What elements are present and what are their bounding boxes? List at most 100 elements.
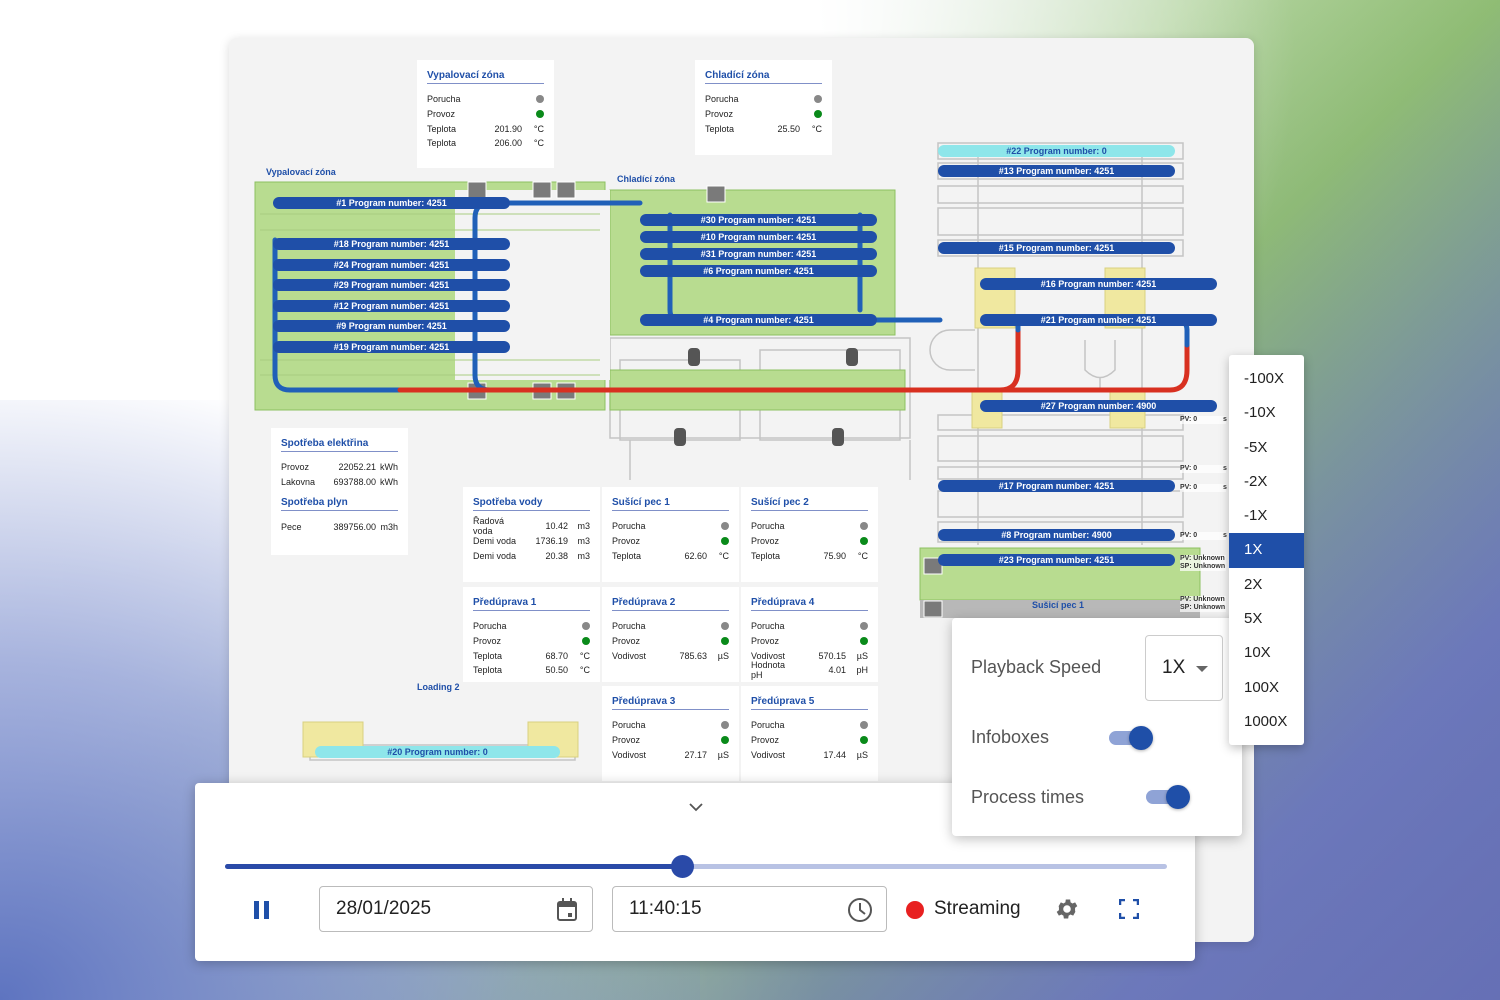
pause-icon[interactable]	[253, 900, 271, 920]
row-unit: kWh	[380, 477, 398, 488]
playback-speed-select[interactable]: 1X	[1145, 635, 1223, 701]
program-bar[interactable]: #30 Program number: 4251	[640, 214, 877, 226]
program-bar[interactable]: #4 Program number: 4251	[640, 314, 877, 326]
timeline-slider[interactable]	[225, 855, 1167, 878]
fault-indicator	[860, 622, 868, 631]
zone-label-firing: Vypalovací zóna	[266, 167, 336, 177]
row-value: 25.50	[777, 123, 800, 134]
running-indicator	[860, 537, 868, 546]
program-bar[interactable]: #15 Program number: 4251	[938, 242, 1175, 254]
infobox-row: Porucha	[612, 718, 729, 733]
row-value: 785.63	[679, 650, 707, 661]
row-value: 10.42	[545, 521, 568, 532]
program-bar[interactable]: #17 Program number: 4251	[938, 480, 1175, 492]
program-bar[interactable]: #6 Program number: 4251	[640, 265, 877, 277]
speed-option[interactable]: -10X	[1229, 396, 1304, 430]
infobox-row: Porucha	[751, 519, 868, 534]
infobox-title: Spotřeba elektřina	[281, 438, 398, 452]
row-label: Hodnota pH	[751, 660, 786, 681]
program-bar[interactable]: #16 Program number: 4251	[980, 278, 1217, 290]
process-times-toggle[interactable]	[1146, 785, 1190, 809]
date-field[interactable]: 28/01/2025	[319, 886, 593, 932]
row-value: 50.50	[545, 665, 568, 676]
program-bar[interactable]: #10 Program number: 4251	[640, 231, 877, 243]
time-field[interactable]: 11:40:15	[612, 886, 887, 932]
program-bar[interactable]: #20 Program number: 0	[315, 746, 560, 758]
running-indicator	[860, 736, 868, 745]
program-bar[interactable]: #23 Program number: 4251	[938, 554, 1175, 566]
timeline-thumb[interactable]	[670, 855, 694, 878]
chevron-down-icon[interactable]	[688, 801, 704, 813]
row-value: 68.70	[545, 650, 568, 661]
row-label: Teplota	[473, 665, 503, 676]
infoboxes-toggle[interactable]	[1109, 726, 1153, 750]
infobox: Předúprava 3 Porucha Provoz Vodivost 27.17 µS	[602, 686, 739, 781]
streaming-status-dot	[906, 901, 924, 919]
row-unit: m3	[577, 521, 590, 532]
row-label: Teplota	[427, 138, 457, 149]
program-bar[interactable]: #13 Program number: 4251	[938, 165, 1175, 177]
program-bar[interactable]: #12 Program number: 4251	[273, 300, 510, 312]
calendar-icon[interactable]	[556, 898, 578, 922]
row-label: Provoz	[427, 109, 456, 120]
zone-label-loading2: Loading 2	[417, 682, 460, 692]
row-unit: °C	[579, 650, 590, 661]
infobox-title: Spotřeba vody	[473, 497, 590, 511]
program-bar[interactable]: #29 Program number: 4251	[273, 279, 510, 291]
running-indicator	[721, 537, 729, 546]
program-bar[interactable]: #8 Program number: 4900	[938, 529, 1175, 541]
streaming-status: Streaming	[934, 898, 1021, 919]
speed-option[interactable]: 1000X	[1229, 705, 1304, 739]
pv-value: PV: Unknown	[1180, 555, 1225, 562]
running-indicator	[814, 110, 822, 119]
program-bar[interactable]: #1 Program number: 4251	[273, 197, 510, 209]
speed-option[interactable]: -100X	[1229, 362, 1304, 396]
sp-value: SP: Unknown	[1180, 563, 1226, 570]
program-bar[interactable]: #9 Program number: 4251	[273, 320, 510, 332]
infobox-row: Hodnota pH 4.01 pH	[751, 660, 868, 681]
row-label: Porucha	[705, 94, 739, 105]
speed-option[interactable]: -2X	[1229, 465, 1304, 499]
program-bar[interactable]: #31 Program number: 4251	[640, 248, 877, 260]
row-unit: µS	[856, 650, 868, 661]
row-label: Porucha	[612, 720, 646, 731]
infobox-row: Provoz	[473, 634, 590, 649]
program-bar[interactable]: #24 Program number: 4251	[273, 259, 510, 271]
gear-icon[interactable]	[1054, 896, 1080, 922]
infobox-row: Vodivost 17.44 µS	[751, 747, 868, 762]
program-bar[interactable]: #21 Program number: 4251	[980, 314, 1217, 326]
program-bar[interactable]: #19 Program number: 4251	[273, 341, 510, 353]
fault-indicator	[814, 95, 822, 104]
running-indicator	[721, 637, 729, 646]
speed-option[interactable]: 1X	[1229, 533, 1304, 568]
infobox: Předúprava 4 Porucha Provoz Vodivost 570.15 µ…	[741, 587, 878, 682]
process-time-readout: PV: Unknown SP: Unknown	[1180, 596, 1226, 612]
running-indicator	[721, 736, 729, 745]
speed-option[interactable]: 2X	[1229, 568, 1304, 602]
pv-unit: s	[1223, 484, 1227, 491]
infobox-title: Předúprava 5	[751, 696, 868, 710]
clock-icon[interactable]	[847, 897, 873, 923]
speed-option[interactable]: 5X	[1229, 602, 1304, 636]
infobox-row: Teplota 50.50 °C	[473, 663, 590, 678]
program-bar[interactable]: #27 Program number: 4900	[980, 400, 1217, 412]
infobox-title: Předúprava 3	[612, 696, 729, 710]
infobox: Spotřeba vody Řadová voda 10.42 m3 Demi voda…	[463, 487, 600, 582]
row-label: Provoz	[612, 636, 641, 647]
zone-label-cooling: Chladící zóna	[617, 174, 676, 184]
speed-option[interactable]: -1X	[1229, 499, 1304, 533]
speed-option[interactable]: -5X	[1229, 431, 1304, 465]
program-bar[interactable]: #22 Program number: 0	[938, 145, 1175, 157]
fault-indicator	[536, 95, 544, 104]
row-value: 4.01	[828, 665, 846, 676]
speed-option[interactable]: 10X	[1229, 636, 1304, 670]
speed-option[interactable]: 100X	[1229, 671, 1304, 705]
row-label: Teplota	[705, 123, 735, 134]
infobox-title: Vypalovací zóna	[427, 70, 544, 84]
fullscreen-icon[interactable]	[1119, 899, 1139, 919]
row-label: Provoz	[612, 536, 641, 547]
row-value: 20.38	[545, 550, 568, 561]
program-bar[interactable]: #18 Program number: 4251	[273, 238, 510, 250]
row-unit: m3h	[380, 521, 398, 532]
infobox-row: Provoz	[751, 534, 868, 549]
